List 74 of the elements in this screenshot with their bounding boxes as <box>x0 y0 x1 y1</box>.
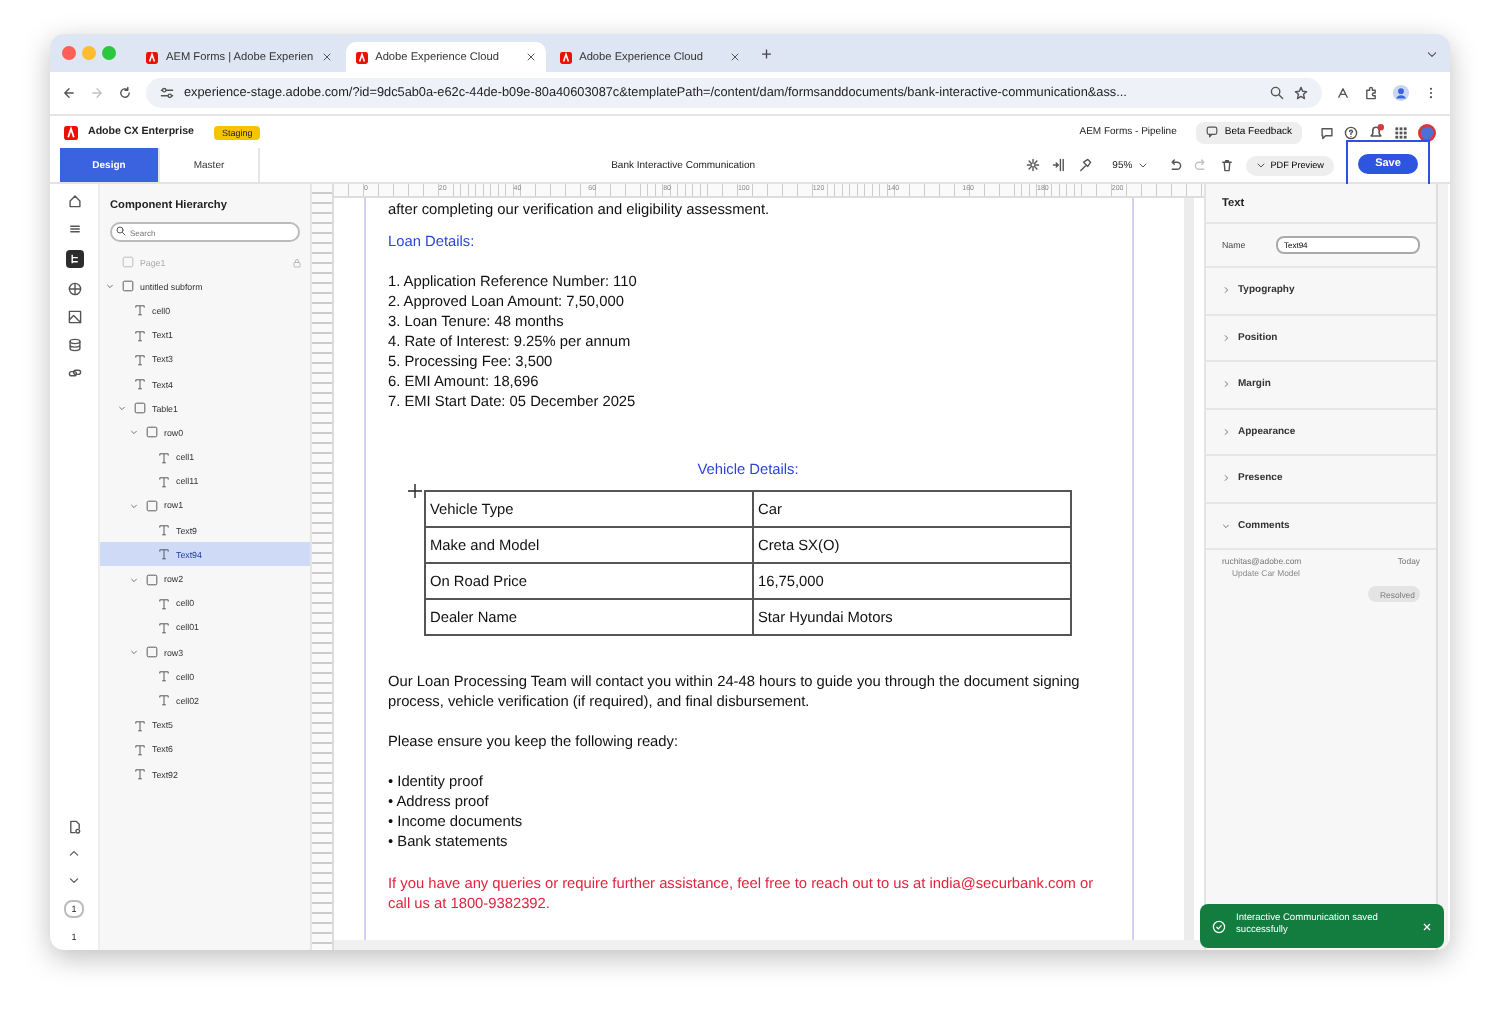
close-icon[interactable] <box>525 52 536 62</box>
chevron-up-icon[interactable] <box>68 848 80 860</box>
text-type-icon <box>158 524 170 537</box>
chat-icon[interactable] <box>1320 125 1334 139</box>
chevron-right-icon <box>1222 286 1230 295</box>
logo-icon <box>355 51 368 63</box>
hammer-icon[interactable] <box>1078 158 1093 172</box>
text-type-icon <box>134 768 146 781</box>
scrollbar[interactable] <box>334 940 1204 950</box>
trash-icon[interactable] <box>1220 158 1235 172</box>
text-type-icon <box>158 694 170 707</box>
image-icon[interactable] <box>67 310 81 324</box>
bookmark-star-icon[interactable] <box>1294 86 1308 100</box>
scrollbar[interactable] <box>1184 198 1194 940</box>
hierarchy-icon[interactable] <box>65 250 83 268</box>
text-type-icon <box>158 451 170 464</box>
text-type-icon <box>134 329 146 342</box>
translate-icon[interactable] <box>1336 86 1350 100</box>
logo-icon <box>146 51 158 63</box>
scrollbar[interactable] <box>1436 184 1448 950</box>
crosshair-icon <box>408 484 422 498</box>
home-icon[interactable] <box>67 194 81 208</box>
success-check-icon <box>1212 919 1226 933</box>
text-type-icon <box>158 597 170 610</box>
apps-grid-icon[interactable] <box>1394 125 1408 139</box>
extensions-icon[interactable] <box>1364 86 1378 100</box>
chevron-right-icon <box>1222 474 1230 483</box>
chevron-right-icon <box>1222 333 1230 342</box>
text-type-icon <box>134 719 146 732</box>
text-type-icon <box>158 670 170 683</box>
logo-icon[interactable] <box>64 125 78 139</box>
notification-bell-icon[interactable] <box>1368 124 1384 140</box>
close-icon[interactable] <box>321 52 332 62</box>
feedback-icon <box>1206 126 1219 138</box>
settings-icon[interactable] <box>1026 158 1041 172</box>
text-type-icon <box>158 621 170 634</box>
text-type-icon <box>134 743 146 756</box>
checkbox-icon <box>134 402 146 415</box>
zoom-icon[interactable] <box>1270 86 1284 100</box>
text-type-icon <box>158 548 170 561</box>
chevron-down-icon[interactable] <box>68 874 80 886</box>
avatar-icon[interactable] <box>1418 123 1436 141</box>
insert-column-icon[interactable] <box>1052 158 1067 172</box>
search-icon <box>116 226 126 236</box>
text-type-icon <box>134 304 146 317</box>
back-arrow-icon[interactable] <box>62 86 76 100</box>
new-tab-button[interactable]: + <box>753 43 780 63</box>
lock-icon <box>292 257 302 268</box>
chevron-right-icon <box>1222 380 1230 389</box>
reload-icon[interactable] <box>118 86 132 100</box>
chevron-down-icon <box>1138 160 1149 170</box>
undo-icon[interactable] <box>1168 158 1183 172</box>
chevron-down-icon <box>1256 160 1267 170</box>
checkbox-icon <box>146 646 158 659</box>
close-icon[interactable] <box>729 52 740 62</box>
chevron-right-icon <box>1222 427 1230 436</box>
chevron-down-icon[interactable] <box>1426 47 1438 59</box>
text-type-icon <box>134 353 146 366</box>
help-icon[interactable] <box>1344 125 1358 139</box>
checkbox-icon <box>146 499 158 512</box>
checkbox-icon <box>146 573 158 586</box>
text-type-icon <box>158 475 170 488</box>
database-icon[interactable] <box>67 338 81 352</box>
document-settings-icon[interactable] <box>67 820 81 834</box>
checkbox-icon <box>122 256 134 269</box>
checkbox-icon <box>146 426 158 439</box>
checkbox-icon <box>122 280 134 293</box>
more-menu-icon[interactable] <box>1424 86 1438 100</box>
link-icon[interactable] <box>67 366 81 380</box>
logo-icon <box>559 51 572 63</box>
profile-icon[interactable] <box>1392 84 1410 102</box>
menu-icon[interactable] <box>67 222 81 236</box>
text-type-icon <box>134 378 146 391</box>
site-settings-icon[interactable] <box>160 86 174 100</box>
